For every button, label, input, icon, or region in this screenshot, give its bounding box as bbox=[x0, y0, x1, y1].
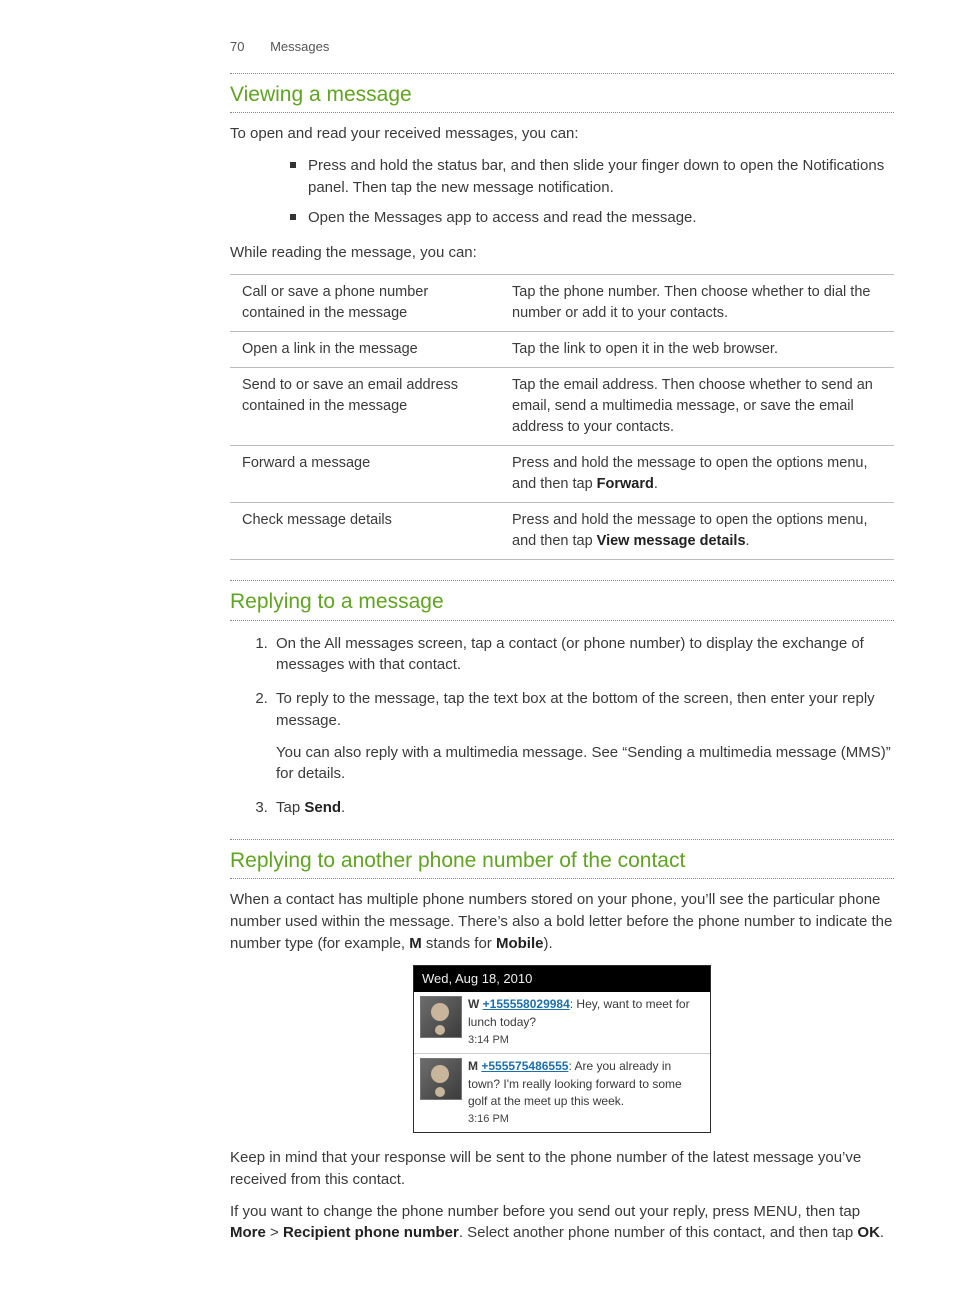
message-row: W +155558029984: Hey, want to meet for l… bbox=[414, 992, 710, 1054]
table-cell-right: Tap the link to open it in the web brows… bbox=[502, 332, 894, 368]
table-row: Check message details Press and hold the… bbox=[230, 503, 894, 560]
page-number: 70 bbox=[230, 39, 244, 54]
para-text: > bbox=[266, 1224, 283, 1241]
table-cell-left: Forward a message bbox=[230, 446, 502, 503]
section-heading-replying: Replying to a message bbox=[230, 587, 894, 617]
divider bbox=[230, 580, 894, 581]
page-header: 70 Messages bbox=[230, 38, 894, 57]
divider bbox=[230, 112, 894, 113]
number-type-prefix: W bbox=[468, 997, 479, 1011]
actions-table: Call or save a phone number contained in… bbox=[230, 274, 894, 560]
para-bold: Mobile bbox=[496, 935, 544, 952]
cell-text: Press and hold the message to open the o… bbox=[512, 455, 867, 492]
table-row: Call or save a phone number contained in… bbox=[230, 275, 894, 332]
phone-number-link[interactable]: +555575486555 bbox=[481, 1059, 568, 1073]
steps-list: On the All messages screen, tap a contac… bbox=[230, 633, 894, 819]
step-text: . bbox=[341, 799, 345, 816]
bullet-item: Press and hold the status bar, and then … bbox=[290, 155, 894, 199]
table-row: Open a link in the message Tap the link … bbox=[230, 332, 894, 368]
message-time: 3:14 PM bbox=[468, 1033, 704, 1049]
divider bbox=[230, 73, 894, 74]
intro-paragraph: When a contact has multiple phone number… bbox=[230, 889, 894, 954]
section-heading-viewing: Viewing a message bbox=[230, 80, 894, 110]
step-text: On the All messages screen, tap a contac… bbox=[276, 635, 864, 674]
divider bbox=[230, 839, 894, 840]
bullet-text: Press and hold the status bar, and then … bbox=[308, 157, 884, 196]
table-cell-left: Check message details bbox=[230, 503, 502, 560]
header-section: Messages bbox=[270, 39, 329, 54]
section-heading-reply-other: Replying to another phone number of the … bbox=[230, 846, 894, 876]
table-row: Forward a message Press and hold the mes… bbox=[230, 446, 894, 503]
phone-date: Wed, Aug 18, 2010 bbox=[414, 966, 710, 993]
paragraph: If you want to change the phone number b… bbox=[230, 1201, 894, 1245]
table-cell-right: Tap the email address. Then choose wheth… bbox=[502, 368, 894, 446]
step-text: To reply to the message, tap the text bo… bbox=[276, 690, 875, 729]
avatar bbox=[420, 996, 462, 1038]
page-content: Viewing a message To open and read your … bbox=[230, 73, 894, 1244]
step-note: You can also reply with a multimedia mes… bbox=[276, 742, 894, 786]
number-type-prefix: M bbox=[468, 1059, 478, 1073]
step-item: On the All messages screen, tap a contac… bbox=[272, 633, 894, 677]
para-text: . Select another phone number of this co… bbox=[459, 1224, 858, 1241]
while-reading-text: While reading the message, you can: bbox=[230, 242, 894, 264]
para-text: stands for bbox=[422, 935, 496, 952]
table-cell-right: Tap the phone number. Then choose whethe… bbox=[502, 275, 894, 332]
divider bbox=[230, 620, 894, 621]
table-cell-left: Open a link in the message bbox=[230, 332, 502, 368]
message-body: W +155558029984: Hey, want to meet for l… bbox=[468, 996, 704, 1049]
cell-bold: Forward bbox=[597, 476, 654, 492]
cell-bold: View message details bbox=[597, 533, 746, 549]
bullet-item: Open the Messages app to access and read… bbox=[290, 207, 894, 229]
para-text: If you want to change the phone number b… bbox=[230, 1203, 860, 1220]
para-bold: Recipient phone number bbox=[283, 1224, 459, 1241]
table-row: Send to or save an email address contain… bbox=[230, 368, 894, 446]
message-time: 3:16 PM bbox=[468, 1112, 704, 1128]
step-item: To reply to the message, tap the text bo… bbox=[272, 688, 894, 785]
para-bold: More bbox=[230, 1224, 266, 1241]
step-bold: Send bbox=[304, 799, 341, 816]
table-cell-left: Send to or save an email address contain… bbox=[230, 368, 502, 446]
phone-screenshot: Wed, Aug 18, 2010 W +155558029984: Hey, … bbox=[413, 965, 711, 1134]
step-item: Tap Send. bbox=[272, 797, 894, 819]
paragraph: Keep in mind that your response will be … bbox=[230, 1147, 894, 1191]
table-cell-left: Call or save a phone number contained in… bbox=[230, 275, 502, 332]
cell-text: . bbox=[746, 533, 750, 549]
para-bold: M bbox=[409, 935, 422, 952]
para-bold: OK bbox=[857, 1224, 880, 1241]
avatar bbox=[420, 1058, 462, 1100]
phone-number-link[interactable]: +155558029984 bbox=[483, 997, 570, 1011]
bullet-text: Open the Messages app to access and read… bbox=[308, 209, 697, 226]
message-body: M +555575486555: Are you already in town… bbox=[468, 1058, 704, 1128]
step-text: Tap bbox=[276, 799, 304, 816]
para-text: ). bbox=[543, 935, 552, 952]
document-page: 70 Messages Viewing a message To open an… bbox=[0, 0, 954, 1314]
message-row: M +555575486555: Are you already in town… bbox=[414, 1054, 710, 1132]
divider bbox=[230, 878, 894, 879]
bullet-list: Press and hold the status bar, and then … bbox=[230, 155, 894, 228]
cell-text: . bbox=[654, 476, 658, 492]
table-cell-right: Press and hold the message to open the o… bbox=[502, 446, 894, 503]
para-text: When a contact has multiple phone number… bbox=[230, 891, 892, 952]
para-text: . bbox=[880, 1224, 884, 1241]
table-cell-right: Press and hold the message to open the o… bbox=[502, 503, 894, 560]
intro-text: To open and read your received messages,… bbox=[230, 123, 894, 145]
